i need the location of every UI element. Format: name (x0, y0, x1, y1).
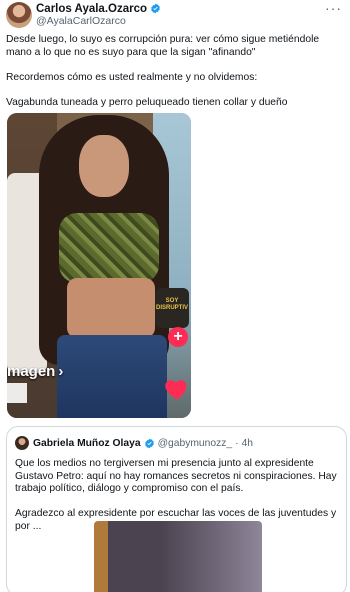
tweet-paragraph-1: Desde luego, lo suyo es corrupción pura:… (6, 34, 320, 58)
tweet-text: Desde luego, lo suyo es corrupción pura:… (6, 34, 346, 110)
author-name-line[interactable]: Carlos Ayala.Ozarco (36, 2, 161, 15)
quoted-author-name[interactable]: Gabriela Muñoz Olaya (33, 438, 141, 449)
more-options-icon[interactable]: ··· (325, 1, 342, 15)
media-overlay-block (7, 383, 27, 403)
tweet-paragraph-2: Recordemos cómo es usted realmente y no … (6, 71, 258, 83)
quoted-handle[interactable]: @gabymunozz_ (158, 438, 233, 449)
quoted-avatar[interactable] (15, 436, 29, 450)
plus-icon[interactable]: + (168, 327, 188, 347)
media-figure-face (79, 135, 129, 197)
verified-badge-icon (144, 438, 154, 448)
quoted-paragraph-1: Que los medios no tergiversen mi presenc… (15, 458, 337, 495)
media-logo-badge: SOY DISRUPTIV (155, 288, 189, 328)
author-name[interactable]: Carlos Ayala.Ozarco (36, 3, 147, 15)
media-overlay-text: magen › (7, 363, 63, 380)
author-handle[interactable]: @AyalaCarlOzarco (36, 15, 126, 27)
quoted-header: Gabriela Muñoz Olaya @gabymunozz_ · 4h (33, 436, 253, 450)
avatar[interactable] (6, 2, 32, 28)
quoted-tweet[interactable]: Gabriela Muñoz Olaya @gabymunozz_ · 4h Q… (6, 426, 347, 592)
heart-icon[interactable] (163, 375, 191, 403)
tweet-paragraph-3: Vagabunda tuneada y perro peluqueado tie… (6, 96, 288, 108)
quoted-separator: · (235, 437, 239, 449)
tweet: Carlos Ayala.Ozarco @AyalaCarlOzarco ···… (0, 0, 350, 592)
media-overlay-label: magen (7, 363, 56, 380)
quoted-timestamp[interactable]: 4h (242, 438, 253, 449)
media-figure-jeans (57, 335, 167, 418)
verified-badge-icon (151, 3, 160, 14)
media-figure-top (59, 213, 159, 283)
chevron-right-icon: › (58, 363, 64, 380)
tweet-header: Carlos Ayala.Ozarco @AyalaCarlOzarco ··· (6, 1, 344, 28)
tweet-media-image[interactable]: magen › SOY DISRUPTIV + (7, 113, 191, 418)
media-figure-torso (67, 278, 155, 338)
quoted-media-image[interactable] (94, 521, 262, 592)
